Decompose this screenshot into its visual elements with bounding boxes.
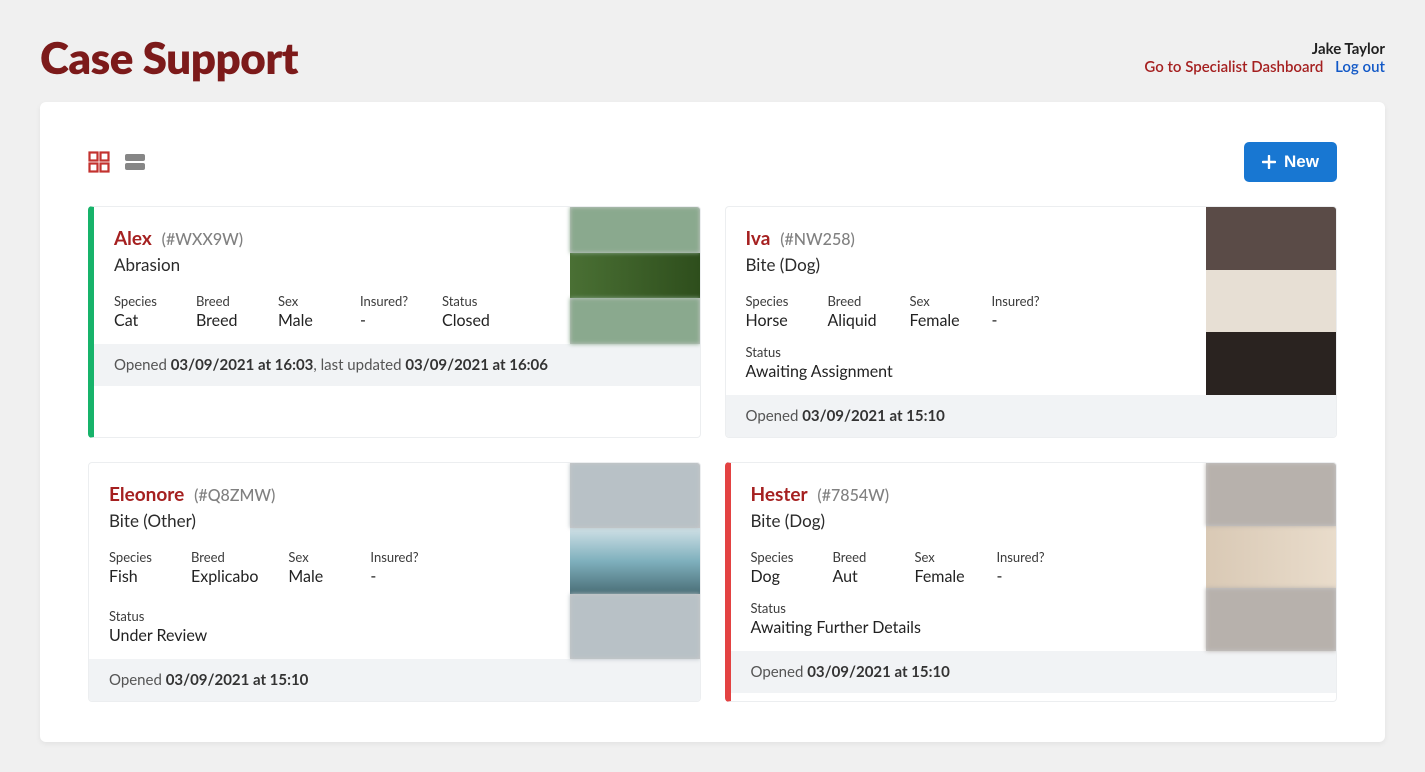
insured-value: - xyxy=(360,311,412,330)
species-value: Horse xyxy=(746,311,798,330)
breed-label: Breed xyxy=(828,293,880,309)
list-view-icon[interactable] xyxy=(124,151,146,173)
case-footer: Opened 03/09/2021 at 15:10 xyxy=(731,651,1337,693)
breed-value: Aut xyxy=(833,567,885,586)
case-grid: Alex (#WXX9W) Abrasion Species Cat Breed B… xyxy=(88,206,1337,702)
species-label: Species xyxy=(746,293,798,309)
insured-label: Insured? xyxy=(370,549,422,565)
breed-label: Breed xyxy=(833,549,885,565)
breed-label: Breed xyxy=(191,549,258,565)
plus-icon xyxy=(1262,155,1276,169)
case-name: Alex xyxy=(114,227,152,250)
case-id: (#Q8ZMW) xyxy=(194,486,275,505)
species-value: Fish xyxy=(109,567,161,586)
sex-label: Sex xyxy=(278,293,330,309)
case-thumbnail xyxy=(1206,207,1336,395)
case-footer: Opened 03/09/2021 at 16:03, last updated… xyxy=(94,344,700,386)
sex-value: Female xyxy=(915,567,967,586)
status-value: Closed xyxy=(442,311,494,330)
status-label: Status xyxy=(746,344,1187,360)
species-value: Cat xyxy=(114,311,166,330)
case-name: Hester xyxy=(751,483,808,506)
insured-value: - xyxy=(997,567,1049,586)
sex-label: Sex xyxy=(288,549,340,565)
case-card[interactable]: Iva (#NW258) Bite (Dog) Species Horse Bre… xyxy=(725,206,1338,438)
case-card[interactable]: Hester (#7854W) Bite (Dog) Species Dog Br… xyxy=(725,462,1338,702)
grid-view-icon[interactable] xyxy=(88,151,110,173)
breed-value: Aliquid xyxy=(828,311,880,330)
new-button-label: New xyxy=(1284,152,1319,172)
case-condition: Abrasion xyxy=(114,254,550,275)
sex-label: Sex xyxy=(910,293,962,309)
insured-label: Insured? xyxy=(992,293,1044,309)
sex-value: Male xyxy=(278,311,330,330)
species-label: Species xyxy=(751,549,803,565)
case-id: (#NW258) xyxy=(780,230,855,249)
sex-label: Sex xyxy=(915,549,967,565)
case-footer: Opened 03/09/2021 at 15:10 xyxy=(726,395,1337,437)
status-value: Under Review xyxy=(109,626,207,645)
case-condition: Bite (Other) xyxy=(109,510,550,531)
breed-value: Breed xyxy=(196,311,248,330)
specialist-dashboard-link[interactable]: Go to Specialist Dashboard xyxy=(1144,58,1323,76)
breed-value: Explicabo xyxy=(191,567,258,586)
user-name: Jake Taylor xyxy=(1144,40,1385,58)
insured-value: - xyxy=(992,311,1044,330)
case-condition: Bite (Dog) xyxy=(751,510,1187,531)
status-label: Status xyxy=(109,608,207,624)
user-block: Jake Taylor Go to Specialist Dashboard L… xyxy=(1144,32,1385,76)
case-name: Iva xyxy=(746,227,771,250)
case-condition: Bite (Dog) xyxy=(746,254,1187,275)
sex-value: Female xyxy=(910,311,962,330)
species-label: Species xyxy=(109,549,161,565)
logout-link[interactable]: Log out xyxy=(1335,58,1385,76)
case-footer: Opened 03/09/2021 at 15:10 xyxy=(89,659,700,701)
view-toggle xyxy=(88,151,146,173)
status-value: Awaiting Assignment xyxy=(746,362,1187,381)
case-id: (#7854W) xyxy=(817,486,889,505)
insured-value: - xyxy=(370,567,422,586)
new-case-button[interactable]: New xyxy=(1244,142,1337,182)
status-label: Status xyxy=(751,600,1187,616)
case-card[interactable]: Alex (#WXX9W) Abrasion Species Cat Breed B… xyxy=(88,206,701,438)
case-thumbnail xyxy=(570,463,700,659)
insured-label: Insured? xyxy=(360,293,412,309)
status-label: Status xyxy=(442,293,494,309)
page-header: Case Support Jake Taylor Go to Specialis… xyxy=(0,0,1425,102)
breed-label: Breed xyxy=(196,293,248,309)
insured-label: Insured? xyxy=(997,549,1049,565)
species-value: Dog xyxy=(751,567,803,586)
cases-panel: New Alex (#WXX9W) Abrasion Species Cat Br… xyxy=(40,102,1385,742)
case-name: Eleonore xyxy=(109,483,184,506)
sex-value: Male xyxy=(288,567,340,586)
case-id: (#WXX9W) xyxy=(162,230,243,249)
species-label: Species xyxy=(114,293,166,309)
status-value: Awaiting Further Details xyxy=(751,618,1187,637)
page-title: Case Support xyxy=(40,32,298,84)
toolbar: New xyxy=(88,142,1337,182)
case-thumbnail xyxy=(1206,463,1336,651)
case-thumbnail xyxy=(570,207,700,344)
case-card[interactable]: Eleonore (#Q8ZMW) Bite (Other) Species Fi… xyxy=(88,462,701,702)
